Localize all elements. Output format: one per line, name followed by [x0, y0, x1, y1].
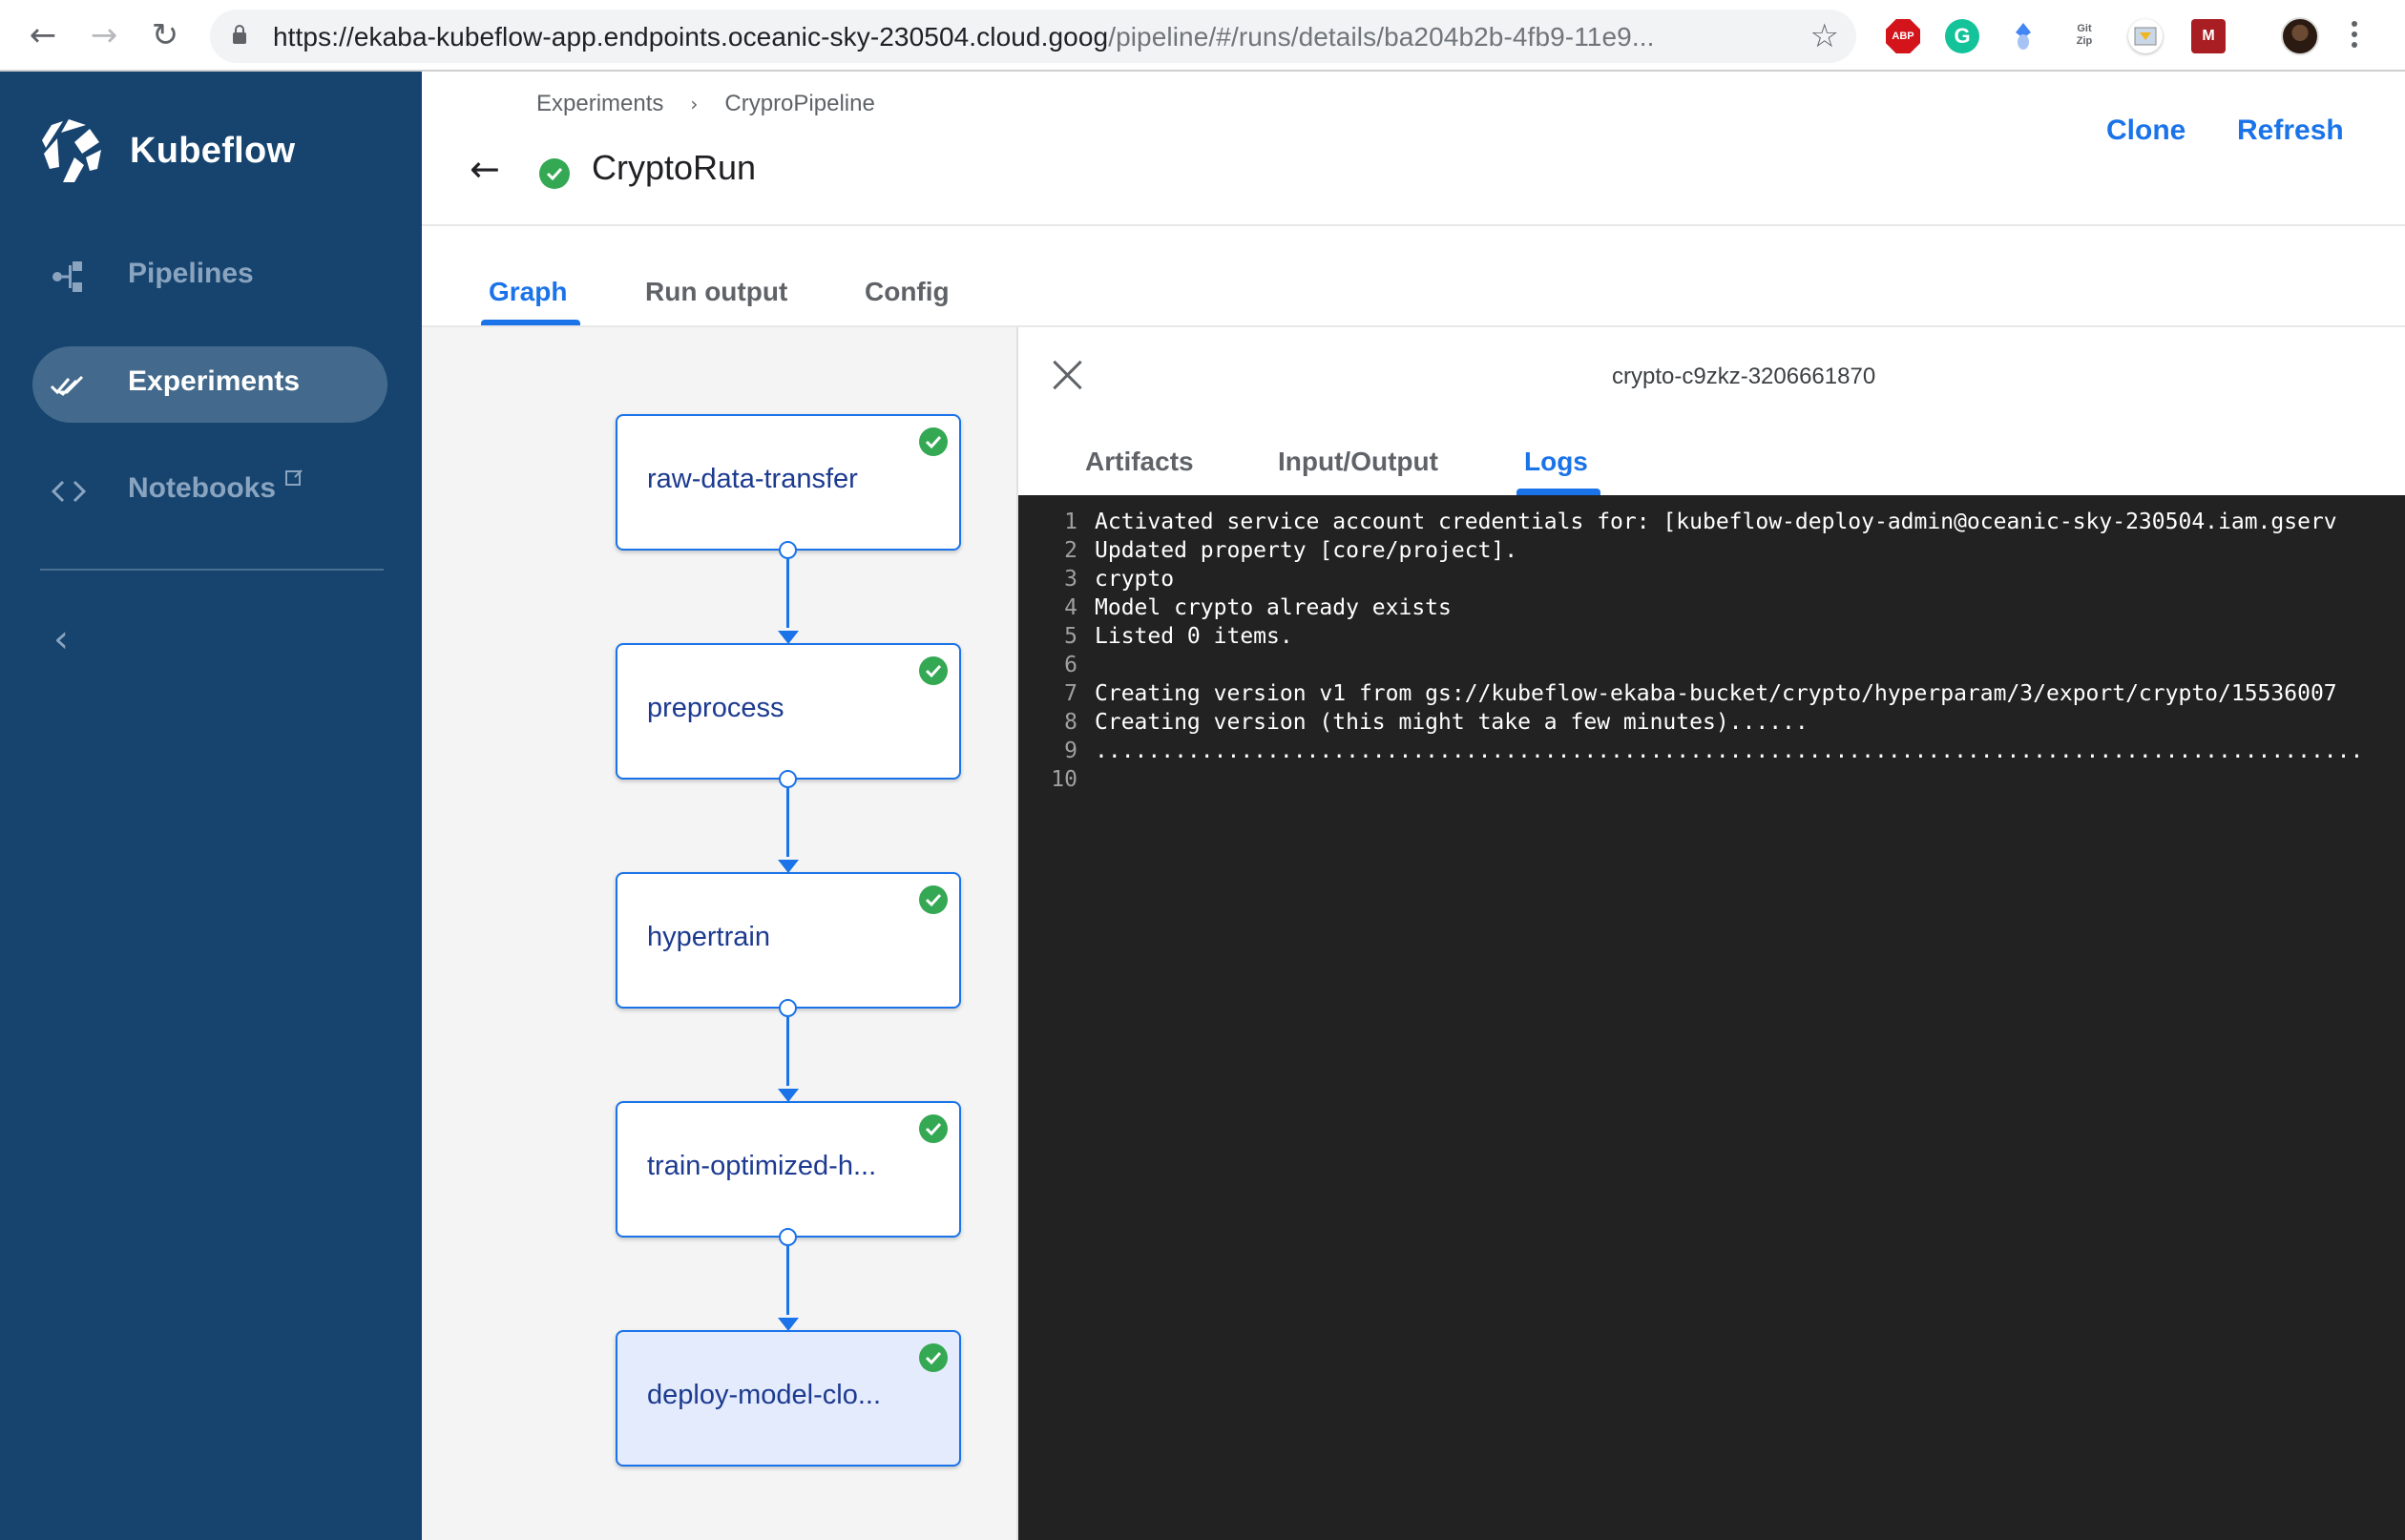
sidebar-item-label: Pipelines	[128, 258, 254, 289]
node-details-panel: crypto-c9zkz-3206661870 Artifacts Input/…	[1016, 327, 2405, 1540]
header-divider	[422, 224, 2405, 226]
external-link-icon	[285, 470, 302, 486]
pod-name: crypto-c9zkz-3206661870	[1612, 364, 1876, 389]
sidebar-item-experiments[interactable]: Experiments	[32, 346, 387, 423]
breadcrumb-experiments[interactable]: Experiments	[536, 91, 663, 116]
clone-button[interactable]: Clone	[2106, 114, 2185, 147]
node-label: hypertrain	[647, 922, 770, 952]
image-downloader-icon[interactable]	[2128, 19, 2163, 53]
logs-viewer[interactable]: 1 Activated service account credentials f…	[1018, 495, 2405, 1540]
lock-icon	[233, 25, 246, 44]
chevron-right-icon: ›	[690, 93, 699, 115]
browser-toolbar: ← → ↻ https://ekaba-kubeflow-app.endpoin…	[0, 0, 2405, 72]
log-line: 10	[1051, 767, 1077, 792]
tab-graph[interactable]: Graph	[489, 277, 567, 307]
sidebar: Kubeflow Pipelines Experiments Notebooks	[0, 72, 422, 1540]
experiments-icon	[50, 375, 84, 396]
node-label: train-optimized-h...	[647, 1151, 877, 1181]
edge-arrow-icon	[778, 860, 799, 873]
graph-node-preprocess[interactable]: preprocess	[616, 643, 961, 780]
tab-artifacts[interactable]: Artifacts	[1085, 447, 1194, 477]
grammarly-icon[interactable]: G	[1945, 19, 1979, 53]
url-text[interactable]: https://ekaba-kubeflow-app.endpoints.oce…	[273, 22, 1654, 52]
output-port	[779, 999, 797, 1017]
check-circle-icon	[919, 1114, 948, 1143]
address-bar[interactable]: https://ekaba-kubeflow-app.endpoints.oce…	[210, 10, 1856, 63]
bookmark-star-icon[interactable]: ☆	[1810, 17, 1839, 55]
node-label: raw-data-transfer	[647, 464, 858, 494]
node-label: preprocess	[647, 693, 784, 723]
profile-avatar[interactable]	[2281, 17, 2319, 55]
forward-icon[interactable]: →	[84, 15, 124, 55]
graph-edge	[786, 559, 789, 628]
main-content: Experiments › CryproPipeline ← CryptoRun C…	[422, 72, 2405, 1540]
collapse-sidebar-icon[interactable]: ‹	[53, 617, 69, 661]
sidebar-item-label: Notebooks	[128, 470, 302, 505]
edge-arrow-icon	[778, 631, 799, 644]
log-line: 2 Updated property [core/project].	[1064, 538, 1518, 563]
active-tab-indicator	[1516, 489, 1600, 495]
sidebar-divider	[40, 569, 384, 571]
output-port	[779, 1228, 797, 1246]
kubeflow-logo-icon	[42, 119, 101, 182]
tab-config[interactable]: Config	[865, 277, 950, 307]
log-line: 4 Model crypto already exists	[1064, 595, 1452, 620]
page-title: CryptoRun	[592, 148, 757, 187]
sidebar-item-label: Experiments	[128, 365, 301, 397]
graph-edge	[786, 1017, 789, 1086]
breadcrumb: Experiments › CryproPipeline	[536, 91, 875, 117]
tab-logs[interactable]: Logs	[1524, 447, 1588, 477]
mendeley-icon[interactable]: M	[2191, 19, 2226, 53]
edge-arrow-icon	[778, 1089, 799, 1102]
back-arrow-icon[interactable]: ←	[470, 148, 500, 190]
check-circle-icon	[919, 656, 948, 685]
pipelines-icon	[52, 261, 82, 292]
check-circle-icon	[919, 1343, 948, 1372]
log-line: 3 crypto	[1064, 567, 1175, 592]
log-line: 8 Creating version (this might take a few…	[1064, 710, 1809, 735]
pipeline-graph[interactable]: raw-data-transfer preprocess hypertrain …	[422, 327, 1016, 1540]
graph-node-train-optimized[interactable]: train-optimized-h...	[616, 1101, 961, 1238]
code-icon	[51, 480, 87, 503]
brand-name: Kubeflow	[130, 131, 296, 171]
browser-menu-icon[interactable]	[2350, 17, 2359, 55]
success-status-icon	[539, 158, 570, 189]
graph-node-raw-data-transfer[interactable]: raw-data-transfer	[616, 414, 961, 551]
reload-icon[interactable]: ↻	[145, 15, 185, 55]
close-icon[interactable]	[1053, 360, 1083, 390]
output-port	[779, 541, 797, 559]
log-line: 1 Activated service account credentials f…	[1064, 510, 2337, 534]
graph-edge	[786, 788, 789, 857]
check-circle-icon	[919, 427, 948, 456]
kubeflow-app: Kubeflow Pipelines Experiments Notebooks	[0, 72, 2405, 1540]
shape-extension-icon[interactable]	[2006, 19, 2040, 53]
breadcrumb-pipeline[interactable]: CryproPipeline	[724, 91, 874, 116]
edge-arrow-icon	[778, 1318, 799, 1331]
adblock-plus-icon[interactable]: ABP	[1886, 19, 1920, 53]
tab-input-output[interactable]: Input/Output	[1278, 447, 1438, 477]
graph-edge	[786, 1246, 789, 1315]
sidebar-item-pipelines[interactable]: Pipelines	[32, 239, 387, 315]
sidebar-item-notebooks[interactable]: Notebooks	[32, 453, 387, 530]
back-icon[interactable]: ←	[23, 15, 63, 55]
refresh-button[interactable]: Refresh	[2237, 114, 2344, 147]
node-label: deploy-model-clo...	[647, 1380, 881, 1410]
log-line: 9.......................................…	[1064, 739, 2364, 763]
log-line: 7 Creating version v1 from gs://kubeflow-…	[1064, 681, 2337, 706]
gitzip-icon[interactable]: Git Zip	[2067, 19, 2102, 53]
graph-node-hypertrain[interactable]: hypertrain	[616, 872, 961, 1009]
graph-node-deploy-model[interactable]: deploy-model-clo...	[616, 1330, 961, 1467]
log-line: 5 Listed 0 items.	[1064, 624, 1293, 649]
log-line: 6	[1064, 653, 1077, 677]
check-circle-icon	[919, 885, 948, 914]
output-port	[779, 770, 797, 788]
tab-run-output[interactable]: Run output	[645, 277, 787, 307]
